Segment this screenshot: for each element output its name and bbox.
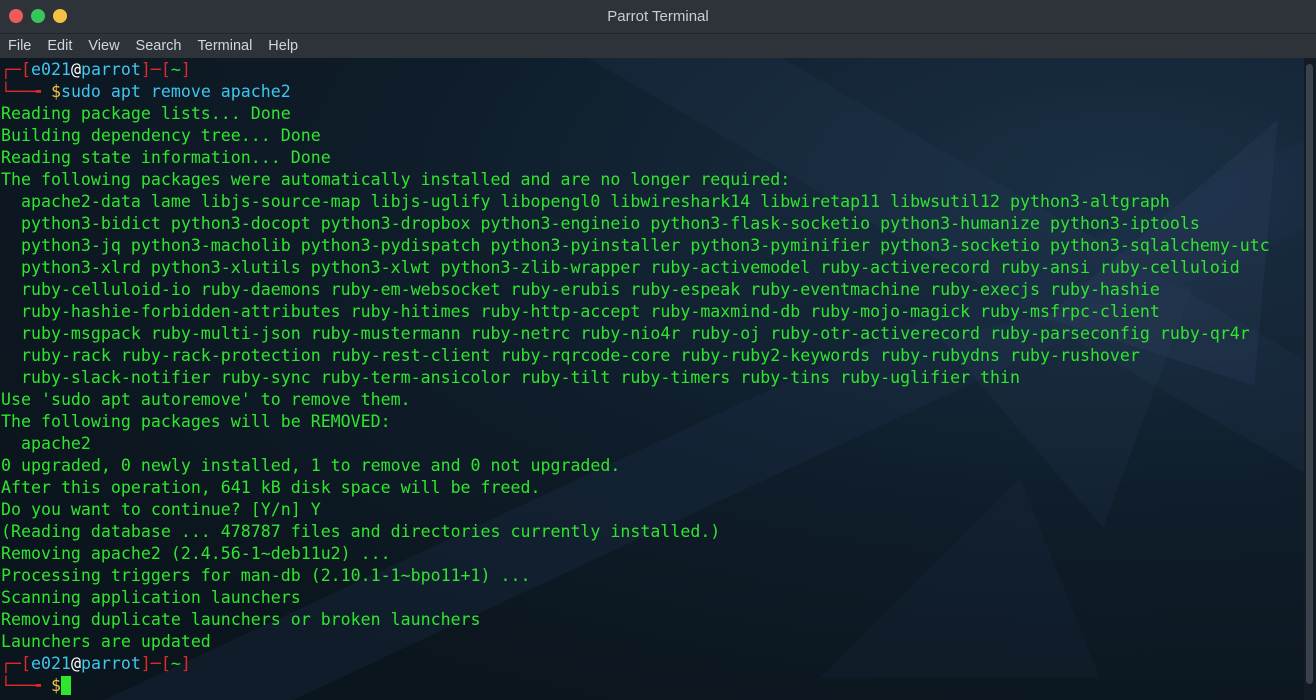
title-bar[interactable]: Parrot Terminal bbox=[0, 0, 1316, 34]
terminal-area[interactable]: ┌─[e021@parrot]─[~] └──╼ $sudo apt remov… bbox=[0, 58, 1316, 700]
output-line: Scanning application launchers bbox=[1, 588, 301, 607]
terminal-output: ┌─[e021@parrot]─[~] └──╼ $sudo apt remov… bbox=[1, 59, 1301, 697]
vertical-scrollbar[interactable] bbox=[1304, 58, 1316, 700]
menu-edit[interactable]: Edit bbox=[39, 38, 80, 54]
output-line: Reading package lists... Done bbox=[1, 104, 291, 123]
output-line: Launchers are updated bbox=[1, 632, 211, 651]
prompt-host: parrot bbox=[80, 60, 141, 79]
prompt-bracket: ┌─[ bbox=[1, 60, 31, 79]
prompt-line-top: ┌─[e021@parrot]─[~] bbox=[1, 653, 1301, 675]
output-line: Removing apache2 (2.4.56-1~deb11u2) ... bbox=[1, 544, 391, 563]
menu-help[interactable]: Help bbox=[260, 38, 306, 54]
prompt-line-input[interactable]: └──╼ $ bbox=[1, 675, 1301, 697]
prompt-arrow: └──╼ bbox=[1, 676, 51, 695]
prompt-bracket: ]─[ bbox=[140, 654, 171, 673]
output-line: ruby-msgpack ruby-multi-json ruby-muster… bbox=[1, 324, 1250, 343]
output-line: apache2 bbox=[1, 434, 91, 453]
output-line: The following packages were automaticall… bbox=[1, 170, 791, 189]
prompt-symbol: $ bbox=[50, 82, 61, 101]
prompt-line-top: ┌─[e021@parrot]─[~] bbox=[1, 59, 1301, 81]
output-line: After this operation, 641 kB disk space … bbox=[1, 478, 541, 497]
output-line: ruby-hashie-forbidden-attributes ruby-hi… bbox=[1, 302, 1160, 321]
prompt-symbol: $ bbox=[50, 676, 61, 695]
text-cursor bbox=[60, 676, 71, 695]
prompt-at: @ bbox=[70, 60, 81, 79]
output-line: ruby-rack ruby-rack-protection ruby-rest… bbox=[1, 346, 1140, 365]
prompt-user: e021 bbox=[30, 654, 71, 673]
prompt-cwd: ~ bbox=[170, 60, 181, 79]
output-line: ruby-slack-notifier ruby-sync ruby-term-… bbox=[1, 368, 1021, 387]
window-title: Parrot Terminal bbox=[607, 8, 709, 25]
prompt-user: e021 bbox=[30, 60, 71, 79]
prompt-host: parrot bbox=[80, 654, 141, 673]
command-text: sudo apt remove apache2 bbox=[60, 82, 291, 101]
menu-file[interactable]: File bbox=[0, 38, 39, 54]
output-line: The following packages will be REMOVED: bbox=[1, 412, 391, 431]
output-line: Reading state information... Done bbox=[1, 148, 331, 167]
menu-terminal[interactable]: Terminal bbox=[190, 38, 261, 54]
prompt-cwd: ~ bbox=[170, 654, 181, 673]
prompt-at: @ bbox=[70, 654, 81, 673]
menu-bar: File Edit View Search Terminal Help bbox=[0, 34, 1316, 58]
output-line: python3-xlrd python3-xlutils python3-xlw… bbox=[1, 258, 1240, 277]
output-line: Processing triggers for man-db (2.10.1-1… bbox=[1, 566, 531, 585]
output-line: python3-jq python3-macholib python3-pydi… bbox=[1, 236, 1270, 255]
prompt-bracket: ] bbox=[180, 654, 191, 673]
prompt-line-command: └──╼ $sudo apt remove apache2 bbox=[1, 81, 1301, 103]
output-line: 0 upgraded, 0 newly installed, 1 to remo… bbox=[1, 456, 621, 475]
output-line: (Reading database ... 478787 files and d… bbox=[1, 522, 721, 541]
menu-search[interactable]: Search bbox=[128, 38, 190, 54]
prompt-bracket: ]─[ bbox=[140, 60, 171, 79]
output-line: Removing duplicate launchers or broken l… bbox=[1, 610, 481, 629]
terminal-window: Parrot Terminal File Edit View Search Te… bbox=[0, 0, 1316, 700]
output-line: Building dependency tree... Done bbox=[1, 126, 321, 145]
output-line: Use 'sudo apt autoremove' to remove them… bbox=[1, 390, 411, 409]
output-line: apache2-data lame libjs-source-map libjs… bbox=[1, 192, 1170, 211]
scrollbar-thumb[interactable] bbox=[1306, 64, 1313, 684]
prompt-arrow: └──╼ bbox=[1, 82, 51, 101]
prompt-bracket: ] bbox=[180, 60, 191, 79]
prompt-bracket: ┌─[ bbox=[1, 654, 31, 673]
output-line: Do you want to continue? [Y/n] Y bbox=[1, 500, 321, 519]
menu-view[interactable]: View bbox=[80, 38, 127, 54]
output-line: python3-bidict python3-docopt python3-dr… bbox=[1, 214, 1200, 233]
output-line: ruby-celluloid-io ruby-daemons ruby-em-w… bbox=[1, 280, 1160, 299]
